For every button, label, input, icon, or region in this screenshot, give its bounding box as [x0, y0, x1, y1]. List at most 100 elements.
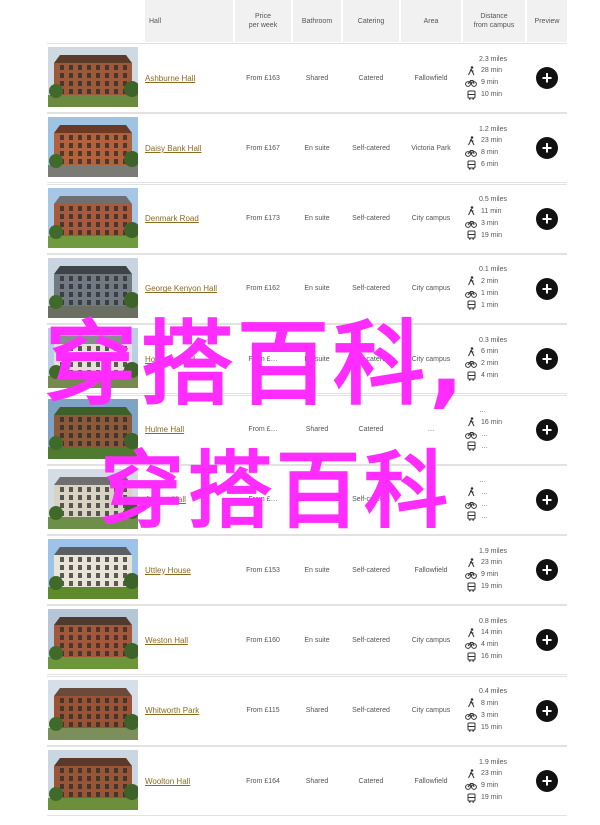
bike-icon [465, 288, 477, 298]
bus-icon [465, 722, 477, 732]
hall-name-cell: Ashburne Hall [145, 44, 233, 112]
hall-name-link[interactable]: Whitworth Park [145, 706, 199, 715]
distance-cell: 1.9 miles 23 min 9 min 19 min [463, 536, 525, 604]
bike-time: … [481, 430, 488, 438]
hall-photo [48, 257, 138, 318]
preview-cell: + [527, 325, 567, 393]
hall-name-cell: Whitworth Park [145, 677, 233, 745]
hall-name-link[interactable]: Woolton Hall [145, 777, 190, 786]
preview-plus-button[interactable]: + [536, 559, 558, 582]
bus-time: 10 min [481, 91, 503, 98]
distance-miles: 0.8 miles [479, 617, 508, 625]
walk-icon [465, 65, 477, 76]
halls-table: Hall Price per week Bathroom Catering Ar… [0, 0, 600, 816]
walk-time: 16 min [481, 418, 503, 426]
preview-cell: + [527, 606, 567, 674]
hall-name-cell: Woolton Hall [145, 747, 233, 815]
preview-plus-button[interactable]: + [536, 699, 558, 722]
price-cell: From £167 [246, 144, 280, 152]
header-distance: Distance from campus [463, 0, 525, 42]
walk-icon [465, 206, 477, 216]
hall-name-link[interactable]: George Kenyon Hall [145, 284, 217, 293]
hall-name-link[interactable]: Uttley House [145, 566, 191, 575]
bike-time: … [481, 500, 488, 508]
bus-time: 19 min [481, 794, 503, 801]
plus-icon: + [541, 771, 553, 791]
walk-time: 23 min [481, 559, 503, 567]
bus-time: 16 min [481, 653, 503, 661]
walk-icon [465, 557, 477, 568]
plus-icon: + [541, 419, 553, 440]
distance-miles: 0.4 miles [479, 688, 508, 696]
hall-name-link[interactable]: Ashburne Hall [145, 74, 195, 83]
catering-cell: Self-catered [352, 636, 390, 644]
preview-plus-button[interactable]: + [536, 770, 558, 792]
distance-cell: … 16 min … … [463, 396, 525, 464]
preview-cell: + [527, 114, 567, 182]
preview-plus-button[interactable]: + [536, 348, 558, 371]
walk-icon [465, 487, 477, 497]
header-area: Area [401, 0, 461, 42]
bathroom-cell: En suite [304, 215, 330, 223]
hall-photo [48, 47, 138, 107]
preview-plus-button[interactable]: + [536, 629, 558, 652]
walk-icon [465, 276, 477, 286]
table-row: Denmark Road From £173 En suite Self-cat… [47, 183, 567, 254]
hall-name-link[interactable]: Hulme Hall [145, 425, 184, 434]
preview-plus-button[interactable]: + [536, 207, 558, 230]
preview-cell: + [527, 466, 567, 534]
hall-name-link[interactable]: Denmark Road [145, 214, 199, 223]
bus-time: 19 min [481, 231, 503, 239]
bike-time: 9 min [481, 571, 499, 579]
bike-time: 4 min [481, 641, 499, 649]
bus-time: 6 min [481, 161, 499, 169]
table-row: Ashburne Hall From £163 Shared Catered F… [47, 43, 567, 113]
bathroom-cell: Shared [305, 74, 329, 82]
bus-icon [465, 793, 477, 803]
table-header: Hall Price per week Bathroom Catering Ar… [0, 0, 600, 42]
hall-photo [48, 539, 138, 600]
header-catering: Catering [343, 0, 399, 42]
area-cell: Fallowfield [414, 74, 448, 82]
distance-cell: 1.2 miles 23 min 8 min 6 min [463, 114, 525, 182]
preview-plus-button[interactable]: + [536, 67, 558, 89]
bathroom-cell: En suite [304, 144, 330, 152]
hall-name-link[interactable]: Daisy Bank Hall [145, 144, 201, 153]
preview-plus-button[interactable]: + [536, 277, 558, 300]
hall-photo [48, 117, 138, 178]
bike-icon [465, 218, 477, 228]
hall-name-cell: Weston Hall [145, 606, 233, 674]
area-cell: Fallowfield [414, 566, 448, 574]
walk-time: 23 min [481, 137, 503, 145]
walk-time: 11 min [481, 207, 502, 215]
walk-time: 6 min [481, 348, 499, 356]
preview-cell: + [527, 44, 567, 112]
distance-miles: 1.2 miles [479, 125, 508, 133]
distance-miles: 0.1 miles [479, 266, 508, 274]
bathroom-cell: Shared [305, 777, 329, 785]
bike-icon [465, 429, 477, 439]
hall-name-link[interactable]: Weston Hall [145, 636, 188, 645]
distance-cell: 0.5 miles 11 min 3 min 19 min [463, 185, 525, 253]
table-row: Weston Hall From £160 En suite Self-cate… [47, 605, 567, 676]
bus-time: … [481, 442, 488, 450]
bus-time: 4 min [481, 372, 499, 380]
bathroom-cell: En suite [304, 636, 330, 644]
preview-plus-button[interactable]: + [536, 418, 558, 441]
bike-time: 1 min [481, 289, 499, 297]
bike-time: 9 min [481, 782, 499, 789]
bus-time: 15 min [481, 723, 503, 731]
bike-icon [465, 781, 477, 791]
preview-plus-button[interactable]: + [536, 137, 558, 160]
distance-miles: 2.3 miles [479, 55, 508, 63]
header-thumbnail [47, 0, 141, 42]
distance-cell: 2.3 miles 28 min 9 min 10 min [463, 44, 525, 112]
distance-cell: 0.8 miles 14 min 4 min 16 min [463, 606, 525, 674]
walk-icon [465, 135, 477, 146]
table-row: Uttley House From £153 En suite Self-cat… [47, 535, 567, 606]
hall-name-cell: Uttley House [145, 536, 233, 604]
price-cell: From £115 [246, 707, 280, 715]
bathroom-cell: Shared [305, 707, 329, 715]
preview-plus-button[interactable]: + [536, 488, 558, 511]
bus-time: 1 min [481, 301, 499, 309]
